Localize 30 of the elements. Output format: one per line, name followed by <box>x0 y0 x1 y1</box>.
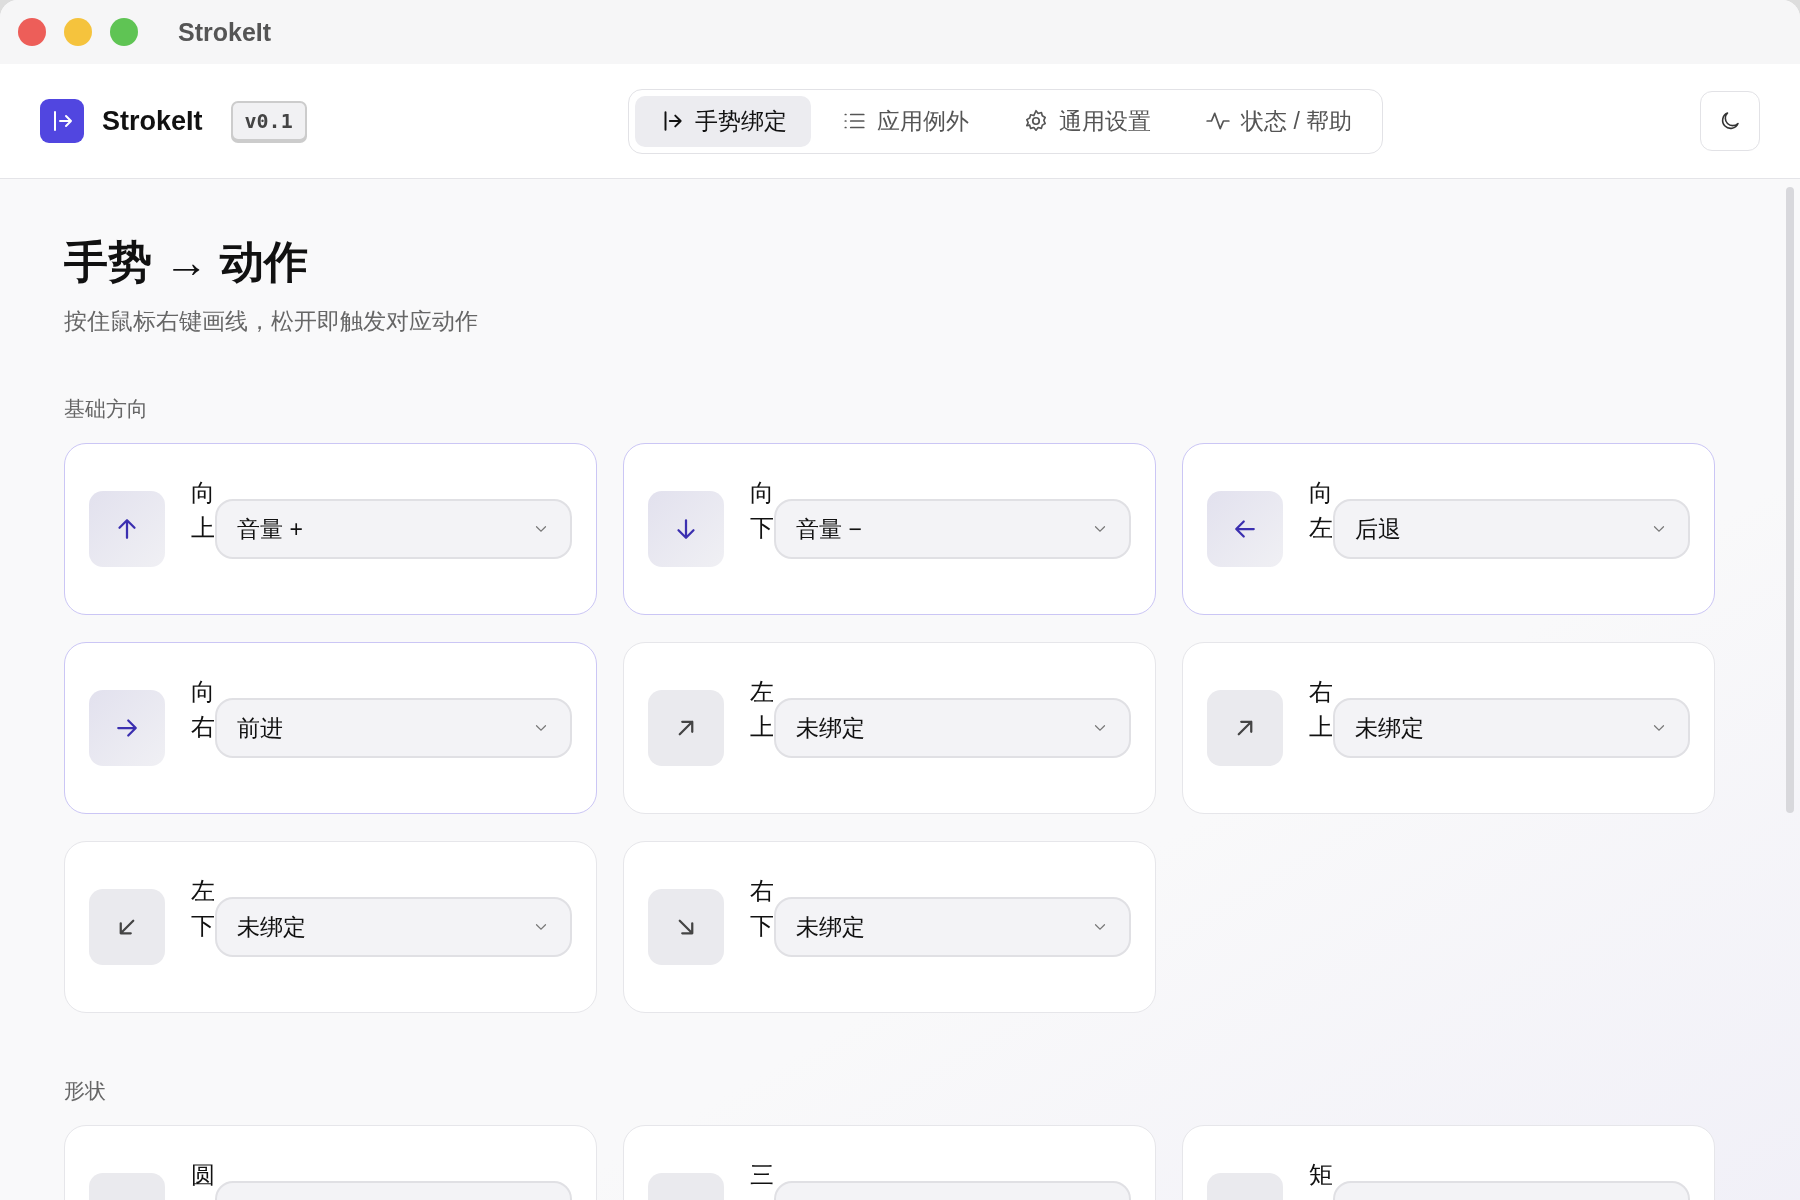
gesture-label: 向上 <box>191 478 215 543</box>
page-subtitle: 按住鼠标右键画线，松开即触发对应动作 <box>64 307 479 336</box>
page-title: 手势 → 动作 <box>64 236 310 288</box>
action-dropdown[interactable]: 未绑定 <box>215 897 572 957</box>
gesture-label: 左下 <box>191 876 215 941</box>
app-name: StrokeIt <box>102 105 203 137</box>
gesture-label: 左上 <box>750 677 774 742</box>
gesture-label: 向左 <box>1309 478 1333 543</box>
action-dropdown[interactable]: 未绑定 <box>774 897 1131 957</box>
section-heading: 形状 <box>64 1078 107 1104</box>
nav-tab[interactable]: 状态 / 帮助 <box>1181 95 1377 147</box>
section-heading: 基础方向 <box>64 396 149 422</box>
action-dropdown[interactable]: 未绑定 <box>774 698 1131 758</box>
gesture-label: 向右 <box>191 677 215 742</box>
nav-tab[interactable]: 应用例外 <box>817 95 993 147</box>
action-dropdown[interactable]: 未绑定 <box>1333 698 1690 758</box>
gesture-label: 右下 <box>750 876 774 941</box>
action-dropdown[interactable]: 音量 + <box>215 499 572 559</box>
action-dropdown[interactable]: 音量 − <box>774 499 1131 559</box>
gesture-label: 矩 <box>1309 1160 1333 1190</box>
gesture-label: 圆 <box>191 1160 215 1190</box>
gesture-label: 右上 <box>1309 677 1333 742</box>
gesture-label: 向下 <box>750 478 774 543</box>
action-dropdown[interactable]: 前进 <box>215 698 572 758</box>
nav-tab[interactable]: 通用设置 <box>999 95 1175 147</box>
nav-tab[interactable]: 手势绑定 <box>635 95 811 147</box>
version-badge: v0.1 <box>230 101 307 141</box>
gesture-label: 三 <box>750 1160 774 1190</box>
action-dropdown[interactable]: 后退 <box>1333 499 1690 559</box>
window-title: StrokeIt <box>178 17 272 47</box>
